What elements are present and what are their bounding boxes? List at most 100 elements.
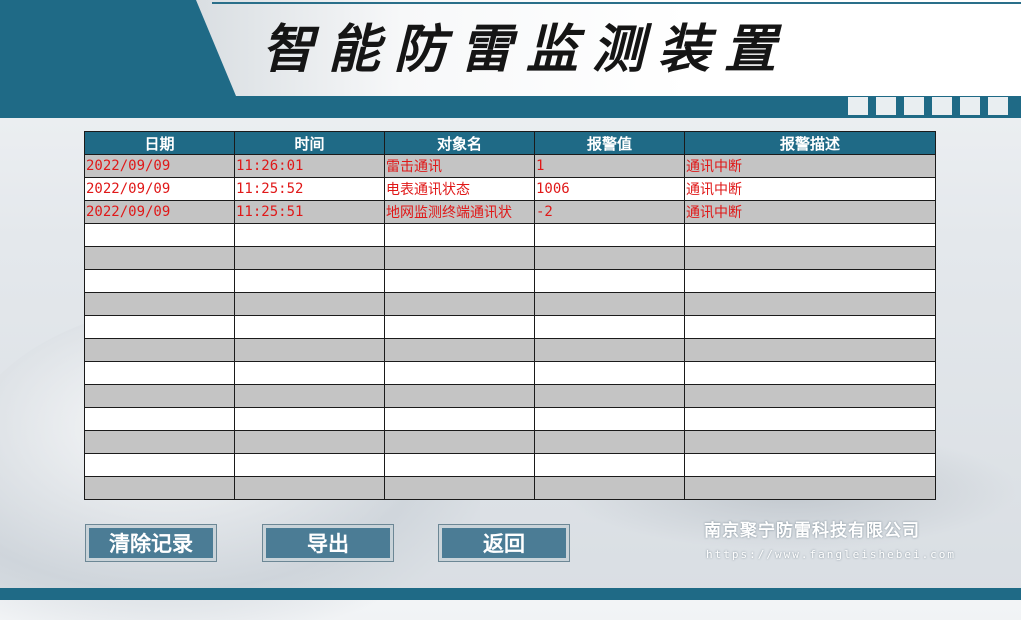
table-row[interactable] [84, 292, 936, 316]
cell-alarm-description: 通讯中断 [684, 154, 936, 178]
table-row[interactable] [84, 430, 936, 454]
app-title: 智能防雷监测装置 [262, 19, 791, 80]
table-row[interactable]: 2022/09/09 11:25:51 地网监测终端通讯状 -2 通讯中断 [84, 200, 936, 224]
cell-time [234, 384, 385, 408]
column-header-time: 时间 [234, 131, 385, 155]
table-row[interactable] [84, 384, 936, 408]
cell-alarm-description [684, 361, 936, 385]
cell-time [234, 453, 385, 477]
company-url: https://www.fangleishebei.com [706, 548, 957, 561]
cell-date [84, 384, 235, 408]
cell-alarm-value [534, 476, 685, 500]
cell-object-name [384, 292, 535, 316]
cell-time: 11:25:52 [234, 177, 385, 201]
cell-date [84, 246, 235, 270]
table-row[interactable] [84, 338, 936, 362]
cell-object-name [384, 315, 535, 339]
cell-object-name [384, 476, 535, 500]
cell-date [84, 338, 235, 362]
cell-alarm-description [684, 407, 936, 431]
cell-object-name [384, 246, 535, 270]
cell-object-name [384, 430, 535, 454]
table-row[interactable] [84, 223, 936, 247]
column-header-alarm-description: 报警描述 [684, 131, 936, 155]
back-button[interactable]: 返回 [438, 524, 570, 562]
cell-alarm-value [534, 246, 685, 270]
cell-date: 2022/09/09 [84, 177, 235, 201]
header-decor-squares [848, 97, 1008, 115]
cell-date [84, 315, 235, 339]
cell-alarm-description [684, 246, 936, 270]
footer-band [0, 588, 1021, 600]
cell-time [234, 338, 385, 362]
cell-alarm-value [534, 223, 685, 247]
cell-time [234, 476, 385, 500]
decor-square [876, 97, 896, 115]
table-row[interactable] [84, 246, 936, 270]
cell-date [84, 453, 235, 477]
header-top-line [212, 2, 1021, 4]
decor-square [988, 97, 1008, 115]
cell-alarm-description [684, 269, 936, 293]
table-row[interactable] [84, 269, 936, 293]
column-header-object-name: 对象名 [384, 131, 535, 155]
cell-time [234, 361, 385, 385]
cell-alarm-description: 通讯中断 [684, 200, 936, 224]
cell-date [84, 476, 235, 500]
cell-date [84, 361, 235, 385]
cell-alarm-description [684, 430, 936, 454]
cell-alarm-value [534, 384, 685, 408]
cell-date: 2022/09/09 [84, 154, 235, 178]
table-row[interactable] [84, 361, 936, 385]
table-row[interactable] [84, 476, 936, 500]
column-header-alarm-value: 报警值 [534, 131, 685, 155]
cell-object-name: 电表通讯状态 [384, 177, 535, 201]
cell-object-name [384, 223, 535, 247]
cell-alarm-value: 1006 [534, 177, 685, 201]
table-row[interactable]: 2022/09/09 11:26:01 雷击通讯 1 通讯中断 [84, 154, 936, 178]
table-row[interactable] [84, 453, 936, 477]
cell-object-name [384, 453, 535, 477]
cell-time [234, 246, 385, 270]
table-header-row: 日期 时间 对象名 报警值 报警描述 [84, 131, 936, 155]
cell-alarm-value [534, 361, 685, 385]
cell-object-name [384, 269, 535, 293]
table-row[interactable] [84, 407, 936, 431]
cell-alarm-value [534, 453, 685, 477]
cell-alarm-value [534, 407, 685, 431]
decor-square [848, 97, 868, 115]
table-row[interactable]: 2022/09/09 11:25:52 电表通讯状态 1006 通讯中断 [84, 177, 936, 201]
alarm-log-table: 日期 时间 对象名 报警值 报警描述 2022/09/09 11:26:01 雷击通… [84, 131, 936, 500]
cell-time [234, 430, 385, 454]
cell-alarm-description [684, 315, 936, 339]
decor-square [960, 97, 980, 115]
cell-alarm-value: 1 [534, 154, 685, 178]
cell-alarm-value [534, 430, 685, 454]
cell-alarm-description [684, 384, 936, 408]
cell-alarm-description [684, 453, 936, 477]
cell-alarm-value [534, 315, 685, 339]
clear-records-button[interactable]: 清除记录 [85, 524, 217, 562]
cell-time [234, 223, 385, 247]
cell-alarm-value [534, 292, 685, 316]
cell-time [234, 269, 385, 293]
cell-alarm-description: 通讯中断 [684, 177, 936, 201]
cell-date [84, 292, 235, 316]
header-banner: 智能防雷监测装置 [0, 0, 1021, 118]
export-button[interactable]: 导出 [262, 524, 394, 562]
table-row[interactable] [84, 315, 936, 339]
cell-alarm-description [684, 223, 936, 247]
cell-object-name [384, 407, 535, 431]
cell-object-name [384, 361, 535, 385]
cell-object-name [384, 338, 535, 362]
cell-date [84, 407, 235, 431]
cell-date [84, 269, 235, 293]
cell-alarm-value [534, 338, 685, 362]
cell-date [84, 223, 235, 247]
cell-date: 2022/09/09 [84, 200, 235, 224]
cell-object-name: 地网监测终端通讯状 [384, 200, 535, 224]
cell-date [84, 430, 235, 454]
cell-time [234, 292, 385, 316]
cell-alarm-description [684, 292, 936, 316]
company-name: 南京聚宁防雷科技有限公司 [704, 521, 920, 541]
